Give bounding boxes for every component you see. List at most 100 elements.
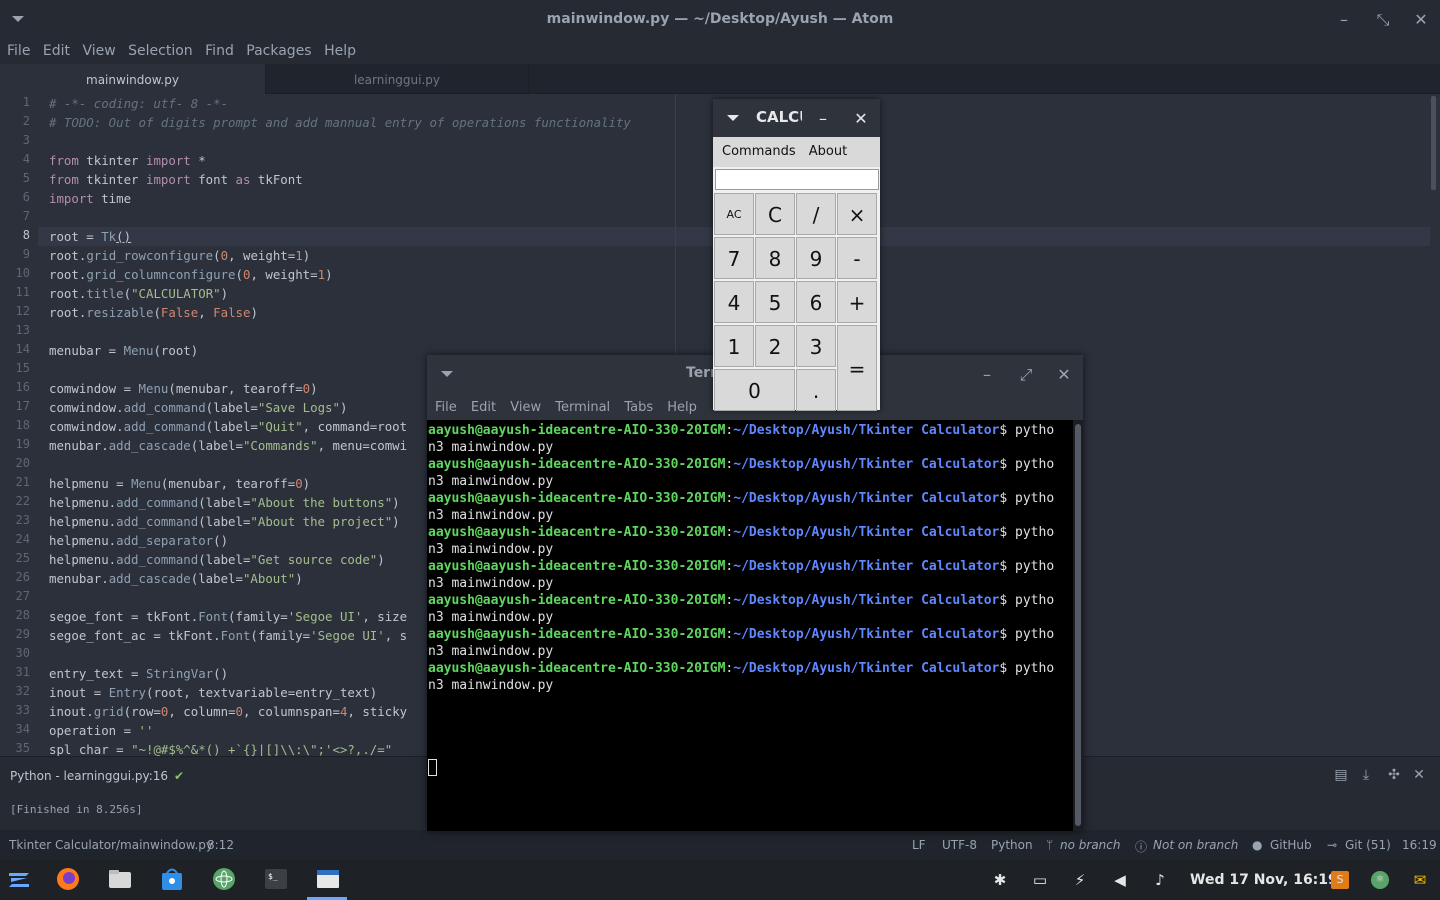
calculator-title: CALCULATOR — [756, 108, 802, 126]
volume-icon[interactable]: ◀ — [1111, 871, 1129, 889]
terminal-menu-tabs[interactable]: Tabs — [624, 393, 653, 422]
terminal-icon[interactable]: $_ — [263, 866, 289, 892]
terminal-maximize-icon[interactable]: ⤢ — [1016, 365, 1036, 385]
calculator-menu-icon[interactable] — [727, 115, 739, 121]
status-bar: Tkinter Calculator/mainwindow.py 8:12 LF… — [0, 830, 1440, 860]
status-grammar[interactable]: Python — [991, 838, 1033, 852]
calculator-entry[interactable] — [715, 169, 879, 190]
digit-6-button[interactable]: 6 — [796, 281, 836, 323]
digit-9-button[interactable]: 9 — [796, 237, 836, 279]
digit-7-button[interactable]: 7 — [714, 237, 754, 279]
calculator-window-icon[interactable] — [315, 866, 341, 892]
tab-mainwindow[interactable]: mainwindow.py — [0, 64, 265, 94]
close-icon[interactable]: ✕ — [1411, 10, 1431, 29]
check-icon: ✔ — [174, 769, 185, 783]
code-line: root.resizable(False, False) — [49, 305, 258, 320]
terminal-scroll-thumb[interactable] — [1075, 424, 1081, 826]
collapse-panel-icon[interactable]: ✣ — [1385, 767, 1403, 785]
status-file-path[interactable]: Tkinter Calculator/mainwindow.py — [9, 838, 213, 852]
github-icon: ● — [1252, 838, 1263, 852]
status-branch[interactable]: no branch — [1060, 838, 1120, 852]
close-panel-icon[interactable]: ✕ — [1410, 767, 1428, 785]
calculator-close-icon[interactable]: ✕ — [851, 109, 871, 128]
editor-scrollbar[interactable] — [1431, 96, 1436, 190]
menu-packages[interactable]: Packages — [246, 40, 311, 62]
menu-selection[interactable]: Selection — [128, 40, 193, 62]
digit-8-button[interactable]: 8 — [755, 237, 795, 279]
digit-2-button[interactable]: 2 — [755, 325, 795, 367]
line-number: 35 — [15, 741, 30, 755]
terminal-prompt-line: aayush@aayush-ideacentre-AIO-330-20IGM:~… — [428, 491, 1055, 506]
notification-bell-icon[interactable]: ♪ — [1151, 871, 1169, 889]
line-number: 7 — [22, 209, 30, 223]
terminal-scrollbar[interactable] — [1073, 420, 1083, 831]
code-line: segoe_font = tkFont.Font(family='Segoe U… — [49, 609, 408, 624]
decimal-button[interactable]: . — [796, 369, 836, 411]
digit-5-button[interactable]: 5 — [755, 281, 795, 323]
status-line-ending[interactable]: LF — [912, 838, 926, 852]
multiply-button[interactable]: × — [837, 193, 877, 235]
document-icon[interactable]: ▤ — [1332, 767, 1350, 785]
digit-1-button[interactable]: 1 — [714, 325, 754, 367]
screen-icon[interactable]: ▭ — [1031, 871, 1049, 889]
firefox-icon[interactable] — [55, 866, 81, 892]
atom-tray-icon[interactable]: ⚛ — [1371, 871, 1389, 889]
clear-button[interactable]: C — [755, 193, 795, 235]
equals-button[interactable]: = — [837, 325, 877, 411]
digit-4-button[interactable]: 4 — [714, 281, 754, 323]
terminal-output[interactable]: aayush@aayush-ideacentre-AIO-330-20IGM:~… — [427, 420, 1073, 831]
terminal-command-line: n3 mainwindow.py — [428, 508, 554, 523]
mail-icon[interactable]: ✉ — [1411, 871, 1429, 889]
status-git[interactable]: Git (51) — [1345, 838, 1391, 852]
clock[interactable]: Wed 17 Nov, 16:19 — [1190, 872, 1338, 888]
calculator-minimize-icon[interactable]: – — [813, 109, 833, 128]
zorin-menu-icon[interactable] — [6, 866, 32, 892]
calculator-menu-commands[interactable]: Commands — [722, 137, 796, 167]
divide-button[interactable]: / — [796, 193, 836, 235]
plus-button[interactable]: + — [837, 281, 877, 323]
calculator-menubar: Commands About — [713, 137, 880, 167]
terminal-menu-icon[interactable] — [441, 371, 453, 377]
menu-edit[interactable]: Edit — [43, 40, 70, 62]
tab-learninggui[interactable]: learninggui.py — [265, 64, 529, 94]
terminal-menu-view[interactable]: View — [510, 393, 541, 422]
minus-button[interactable]: - — [837, 237, 877, 279]
software-store-icon[interactable] — [159, 866, 185, 892]
status-github[interactable]: GitHub — [1270, 838, 1312, 852]
status-not-on-branch[interactable]: Not on branch — [1153, 838, 1238, 852]
menu-help[interactable]: Help — [324, 40, 356, 62]
ac-button[interactable]: AC — [714, 193, 754, 235]
minimize-icon[interactable]: – — [1334, 10, 1354, 29]
line-number: 11 — [15, 285, 30, 299]
terminal-menu-edit[interactable]: Edit — [471, 393, 496, 422]
code-line: comwindow = Menu(menubar, tearoff=0) — [49, 381, 318, 396]
status-encoding[interactable]: UTF-8 — [942, 838, 977, 852]
files-icon[interactable] — [107, 866, 133, 892]
line-number: 23 — [15, 513, 30, 527]
line-number: 4 — [22, 152, 30, 166]
menu-find[interactable]: Find — [205, 40, 234, 62]
sublime-icon[interactable]: S — [1331, 871, 1349, 889]
menu-file[interactable]: File — [7, 40, 30, 62]
terminal-menu-file[interactable]: File — [435, 393, 457, 422]
terminal-menu-help[interactable]: Help — [667, 393, 697, 422]
digit-3-button[interactable]: 3 — [796, 325, 836, 367]
code-line: comwindow.add_command(label="Save Logs") — [49, 400, 348, 415]
restore-icon[interactable]: ⤡ — [1373, 10, 1393, 30]
terminal-close-icon[interactable]: ✕ — [1054, 365, 1074, 384]
power-icon[interactable]: ⚡ — [1071, 871, 1089, 889]
bluetooth-icon[interactable]: ✱ — [991, 871, 1009, 889]
menu-view[interactable]: View — [82, 40, 115, 62]
atom-icon[interactable] — [211, 866, 237, 892]
taskbar: $_ ✱ ▭ ⚡ ◀ ♪ Wed 17 Nov, 16:19 S ⚛ ✉ — [0, 860, 1440, 900]
line-number: 30 — [15, 646, 30, 660]
digit-0-button[interactable]: 0 — [714, 369, 795, 411]
calculator-menu-about[interactable]: About — [809, 137, 847, 167]
terminal-minimize-icon[interactable]: – — [977, 365, 997, 384]
code-line: segoe_font_ac = tkFont.Font(family='Sego… — [49, 628, 408, 643]
terminal-menu-terminal[interactable]: Terminal — [555, 393, 610, 422]
status-cursor-position[interactable]: 8:12 — [207, 838, 234, 852]
calculator-window: CALCULATOR – ✕ Commands About AC C / × 7… — [713, 99, 880, 411]
line-number: 31 — [15, 665, 30, 679]
download-icon[interactable]: ⤓ — [1357, 767, 1375, 785]
